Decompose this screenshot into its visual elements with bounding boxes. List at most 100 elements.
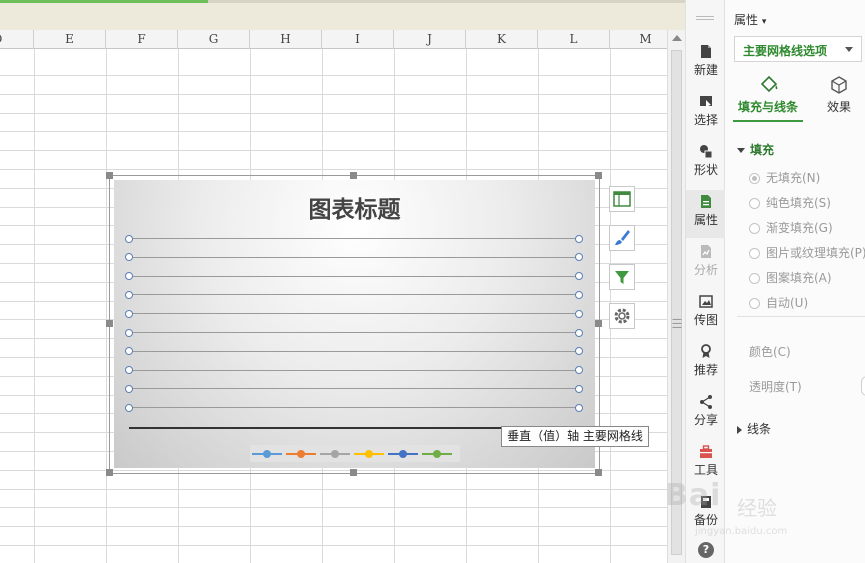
resize-handle-bottom[interactable] (350, 469, 357, 476)
row-gridline (0, 94, 667, 95)
chart-elements-button[interactable] (609, 186, 635, 212)
option-pattern-fill[interactable]: 图案填充(A) (749, 269, 832, 286)
column-header-k[interactable]: K (466, 30, 538, 49)
radio-solid-fill[interactable] (749, 198, 760, 209)
rail-analysis[interactable]: 分析 (686, 240, 726, 288)
chart-legend[interactable] (250, 445, 460, 462)
gridline-selection-dot (125, 272, 133, 280)
horizontal-axis-line[interactable] (129, 427, 504, 429)
rail-upload-image[interactable]: 传图 (686, 290, 726, 338)
line-section-header[interactable]: 线条 (737, 420, 771, 437)
radio-no-fill[interactable] (749, 173, 760, 184)
resize-handle-bottom-left[interactable] (106, 469, 113, 476)
resize-handle-left[interactable] (106, 320, 113, 327)
chart-elements-icon (613, 191, 631, 207)
tab-fill-and-line[interactable]: 填充与线条 (733, 72, 803, 122)
chart-style-button[interactable] (609, 225, 635, 251)
column-header-l[interactable]: L (538, 30, 610, 49)
rail-label-properties: 属性 (693, 213, 718, 227)
gridline-selection-dot (125, 291, 133, 299)
resize-handle-top-right[interactable] (595, 172, 602, 179)
row-gridline (0, 526, 667, 527)
rail-recommend[interactable]: 推荐 (686, 340, 726, 388)
major-gridline[interactable] (129, 313, 579, 314)
rail-shapes[interactable]: 形状 (686, 140, 726, 188)
progress-track (208, 0, 685, 3)
legend-marker (263, 450, 271, 458)
fill-section-header[interactable]: 填充 (737, 141, 774, 158)
major-gridline[interactable] (129, 294, 579, 295)
resize-handle-bottom-right[interactable] (595, 469, 602, 476)
radio-pattern-fill[interactable] (749, 273, 760, 284)
radio-auto-fill[interactable] (749, 298, 760, 309)
row-gridline (0, 75, 667, 76)
scroll-up-arrow-icon[interactable] (672, 35, 682, 41)
gridline-selection-dot (125, 329, 133, 337)
option-auto-fill[interactable]: 自动(U) (749, 294, 808, 311)
panel-title[interactable]: 属性 ▾ (734, 11, 766, 28)
column-header-h[interactable]: H (250, 30, 322, 49)
rail-label-new: 新建 (693, 63, 718, 77)
upload-image-icon (699, 295, 713, 308)
legend-series-1[interactable] (252, 450, 282, 458)
chart-settings-button[interactable] (609, 303, 635, 329)
legend-series-5[interactable] (388, 450, 418, 458)
chart-title[interactable]: 图表标题 (114, 190, 595, 224)
transparency-input[interactable] (861, 376, 865, 396)
column-header-i[interactable]: I (322, 30, 394, 49)
rail-properties[interactable]: 属性 (686, 190, 726, 238)
gridline-selection-dot (125, 366, 133, 374)
column-header-f[interactable]: F (106, 30, 178, 49)
legend-marker (399, 450, 407, 458)
rail-new[interactable]: 新建 (686, 40, 726, 88)
resize-handle-top[interactable] (350, 172, 357, 179)
column-header-g[interactable]: G (178, 30, 250, 49)
chart-area[interactable]: 图表标题 (114, 180, 595, 468)
row-gridline (0, 507, 667, 508)
gridline-selection-dot (575, 310, 583, 318)
column-header-j[interactable]: J (394, 30, 466, 49)
option-solid-fill[interactable]: 纯色填充(S) (749, 194, 831, 211)
major-gridline[interactable] (129, 407, 579, 408)
column-header-e[interactable]: E (34, 30, 106, 49)
rail-label-recommend: 推荐 (693, 363, 718, 377)
option-gradient-fill-label: 渐变填充(G) (766, 221, 833, 235)
major-gridline[interactable] (129, 332, 579, 333)
row-gridline (0, 169, 667, 170)
radio-gradient-fill[interactable] (749, 223, 760, 234)
major-gridline[interactable] (129, 370, 579, 371)
option-picture-fill[interactable]: 图片或纹理填充(P) (749, 244, 865, 261)
resize-handle-right[interactable] (595, 320, 602, 327)
recommend-icon (701, 344, 711, 358)
legend-series-2[interactable] (286, 450, 316, 458)
major-gridline[interactable] (129, 351, 579, 352)
chevron-down-icon: ▾ (761, 17, 767, 27)
radio-picture-fill[interactable] (749, 248, 760, 259)
resize-handle-top-left[interactable] (106, 172, 113, 179)
chart-filter-button[interactable] (609, 264, 635, 290)
panel-title-text: 属性 (734, 13, 759, 27)
rail-label-share: 分享 (693, 413, 718, 427)
rail-label-upload-image: 传图 (693, 313, 718, 327)
options-dropdown[interactable]: 主要网格线选项 (734, 36, 862, 62)
gridline-selection-dot (575, 291, 583, 299)
option-no-fill[interactable]: 无填充(N) (749, 169, 820, 186)
major-gridline[interactable] (129, 276, 579, 277)
paint-bucket-icon (760, 75, 778, 93)
rail-share[interactable]: 分享 (686, 390, 726, 438)
legend-series-6[interactable] (422, 450, 452, 458)
legend-series-4[interactable] (354, 450, 384, 458)
option-gradient-fill[interactable]: 渐变填充(G) (749, 219, 833, 236)
rail-select[interactable]: 选择 (686, 90, 726, 138)
gridline-selection-dot (125, 235, 133, 243)
dropdown-value: 主要网格线选项 (743, 44, 828, 58)
tab-effects[interactable]: 效果 (813, 72, 865, 120)
column-header-d[interactable]: D (0, 30, 34, 49)
column-header-m[interactable]: M (610, 30, 667, 49)
major-gridline[interactable] (129, 238, 579, 239)
option-pattern-fill-label: 图案填充(A) (766, 271, 832, 285)
major-gridline[interactable] (129, 388, 579, 389)
legend-series-3[interactable] (320, 450, 350, 458)
baidu-watermark: Bai 经验 jingyan.baidu.com (665, 478, 825, 548)
major-gridline[interactable] (129, 257, 579, 258)
